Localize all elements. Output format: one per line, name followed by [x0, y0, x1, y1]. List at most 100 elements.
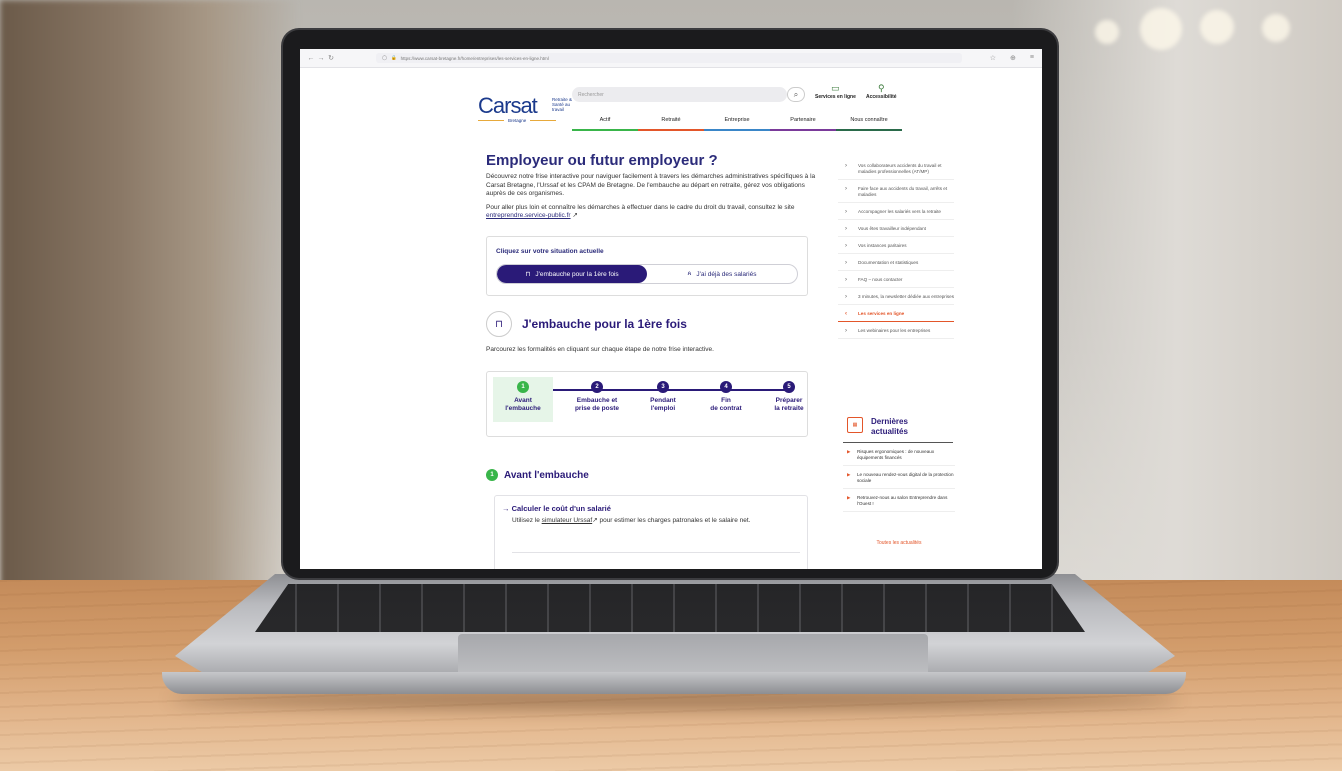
sidebar-item-label: Les services en ligne	[858, 311, 905, 316]
menu-item-partenaire[interactable]: Partenaire	[770, 117, 836, 131]
sidebar-item[interactable]: › Accompagner les salariés vers la retrai…	[838, 207, 954, 220]
all-news-link[interactable]: Toutes les actualités	[843, 540, 955, 546]
triangle-right-icon: ▶	[847, 495, 851, 500]
intro-text: Découvrez notre frise interactive pour n…	[486, 173, 816, 197]
step-label-line1: Fin	[721, 397, 731, 404]
situation-chooser-title: Cliquez sur votre situation actuelle	[496, 248, 604, 255]
step-label-line1: Avant	[514, 397, 532, 404]
sidebar-item-label: Vos collaborateurs accidents du travail …	[858, 163, 942, 174]
sidebar-item-services-en-ligne[interactable]: ‹ Les services en ligne	[838, 309, 954, 322]
news-header: ▦ Dernières actualités	[847, 417, 908, 436]
arrow-right-icon: →	[502, 504, 510, 513]
urssaf-simulator-link[interactable]: simulateur Urssaf	[542, 517, 593, 524]
calendar-icon: ▦	[847, 417, 863, 433]
chevron-right-icon: ›	[845, 294, 847, 300]
step-number: 3	[657, 381, 669, 393]
timeline-step-embauche[interactable]: 2 Embauche et prise de poste	[567, 381, 627, 413]
extensions-icon[interactable]: ⊕	[1010, 54, 1016, 62]
monitor-icon: ▭	[831, 83, 840, 93]
search-input[interactable]: Rechercher	[572, 87, 787, 102]
bokeh-light	[1095, 20, 1119, 44]
news-item[interactable]: ▶ Retrouvez-nous au salon Entreprendre da…	[843, 495, 955, 512]
timeline-step-fin-contrat[interactable]: 4 Fin de contrat	[696, 381, 756, 413]
avant-embauche-number: 1	[486, 469, 498, 481]
accessibility-label: Accessibilité	[866, 94, 897, 100]
sidebar-item[interactable]: › Vous êtes travailleur indépendant	[838, 224, 954, 237]
chevron-right-icon: ›	[845, 328, 847, 334]
step-number: 1	[517, 381, 529, 393]
chevron-right-icon: ›	[845, 260, 847, 266]
page-title: Employeur ou futur employeur ?	[486, 152, 718, 169]
first-hire-option[interactable]: ⊓ J'embauche pour la 1ère fois	[497, 265, 647, 283]
sidebar-item[interactable]: › Vos collaborateurs accidents du travail…	[838, 161, 954, 180]
sidebar-item[interactable]: › Les webinaires pour les entreprises	[838, 326, 954, 339]
timeline-step-retraite[interactable]: 5 Préparer la retraite	[759, 381, 819, 413]
search-icon[interactable]: ⌕	[787, 87, 805, 102]
accessibility-icon: ⚲	[877, 83, 885, 93]
logo-region: Bretagne	[478, 117, 578, 123]
menu-item-entreprise[interactable]: Entreprise	[704, 117, 770, 131]
bokeh-light	[1140, 8, 1182, 50]
step-number: 2	[591, 381, 603, 393]
reload-icon[interactable]: ↻	[326, 54, 336, 62]
chevron-right-icon: ›	[845, 226, 847, 232]
sidebar-item[interactable]: › FAQ – nous contacter	[838, 275, 954, 288]
section-title: J'embauche pour la 1ère fois	[522, 317, 687, 331]
sidebar-item[interactable]: › 3 minutes, la newsletter dédiée aux ent…	[838, 292, 954, 305]
sidebar-nav: › Vos collaborateurs accidents du travail…	[838, 161, 954, 343]
forward-icon[interactable]: →	[316, 55, 326, 62]
news-title-line2: actualités	[871, 426, 908, 436]
background-window-right	[1012, 0, 1342, 590]
news-title: Dernières actualités	[871, 417, 908, 436]
triangle-right-icon: ▶	[847, 472, 851, 477]
sidebar-item-label: Vos instances paritaires	[858, 243, 907, 248]
url-text: https://www.carsat-bretagne.fr/home/entr…	[400, 55, 549, 61]
section-header: ⊓ J'embauche pour la 1ère fois	[486, 311, 687, 337]
briefcase-icon: ⊓	[525, 271, 531, 278]
divider	[843, 442, 953, 443]
existing-employees-option[interactable]: ጰ J'ai déjà des salariés	[647, 265, 797, 283]
chevron-right-icon: ›	[845, 186, 847, 192]
briefcase-icon: ⊓	[486, 311, 512, 337]
sidebar-item-label: Les webinaires pour les entreprises	[858, 328, 931, 333]
step-label-line2: de contrat	[710, 405, 742, 412]
menu-item-retraite[interactable]: Retraité	[638, 117, 704, 131]
chevron-left-icon: ‹	[845, 311, 847, 317]
online-services-link[interactable]: ▭ Services en ligne	[815, 83, 856, 100]
step-label-line2: l'emploi	[650, 405, 676, 412]
sidebar-item[interactable]: › Faire face aux accidents du travail, ar…	[838, 184, 954, 203]
url-bar[interactable]: ◯ 🔒 https://www.carsat-bretagne.fr/home/…	[376, 53, 962, 63]
sidebar-item[interactable]: › Documentation et statistiques	[838, 258, 954, 271]
menu-icon[interactable]: ≡	[1030, 54, 1034, 62]
card-suffix: pour estimer les charges patronales et l…	[597, 517, 751, 524]
service-public-link[interactable]: entreprendre.service-public.fr	[486, 212, 571, 219]
avant-embauche-header: 1 Avant l'embauche	[486, 469, 589, 481]
chevron-right-icon: ›	[845, 163, 847, 169]
interactive-timeline: 1 Avant l'embauche 2 Embauche et prise de …	[486, 371, 808, 437]
sidebar-item-label: FAQ – nous contacter	[858, 277, 903, 282]
more-info-text: Pour aller plus loin et connaître les dé…	[486, 204, 816, 221]
avant-embauche-title: Avant l'embauche	[504, 469, 589, 481]
carsat-logo[interactable]: Carsat Retraite & Santé au travail Breta…	[478, 93, 572, 123]
news-title-line1: Dernières	[871, 417, 908, 426]
news-item[interactable]: ▶ Le nouveau rendez-vous digital de la pr…	[843, 472, 955, 489]
step-label-line2: l'embauche	[505, 405, 541, 412]
star-icon[interactable]: ☆	[990, 54, 996, 62]
chevron-right-icon: ›	[845, 209, 847, 215]
news-item[interactable]: ▶ Risques ergonomiques : de nouveaux équi…	[843, 449, 955, 466]
menu-item-actif[interactable]: Actif	[572, 117, 638, 131]
timeline-step-pendant[interactable]: 3 Pendant l'emploi	[633, 381, 693, 413]
logo-subtitle: Retraite & Santé au travail	[552, 97, 573, 112]
timeline-step-avant-embauche[interactable]: 1 Avant l'embauche	[493, 377, 553, 422]
back-icon[interactable]: ←	[306, 55, 316, 62]
cost-calculator-title[interactable]: → Calculer le coût d'un salarié	[502, 504, 611, 513]
sidebar-item[interactable]: › Vos instances paritaires	[838, 241, 954, 254]
more-info-prefix: Pour aller plus loin et connaître les dé…	[486, 203, 795, 211]
situation-toggle: ⊓ J'embauche pour la 1ère fois ጰ J'ai dé…	[496, 264, 798, 284]
menu-item-nous-connaitre[interactable]: Nous connaître	[836, 117, 902, 131]
card-prefix: Utilisez le	[512, 517, 542, 524]
laptop-screen: ← → ↻ ◯ 🔒 https://www.carsat-bretagne.fr…	[300, 49, 1042, 569]
accessibility-link[interactable]: ⚲ Accessibilité	[866, 83, 897, 100]
bokeh-light	[1262, 14, 1290, 42]
step-label-line2: prise de poste	[574, 405, 620, 412]
